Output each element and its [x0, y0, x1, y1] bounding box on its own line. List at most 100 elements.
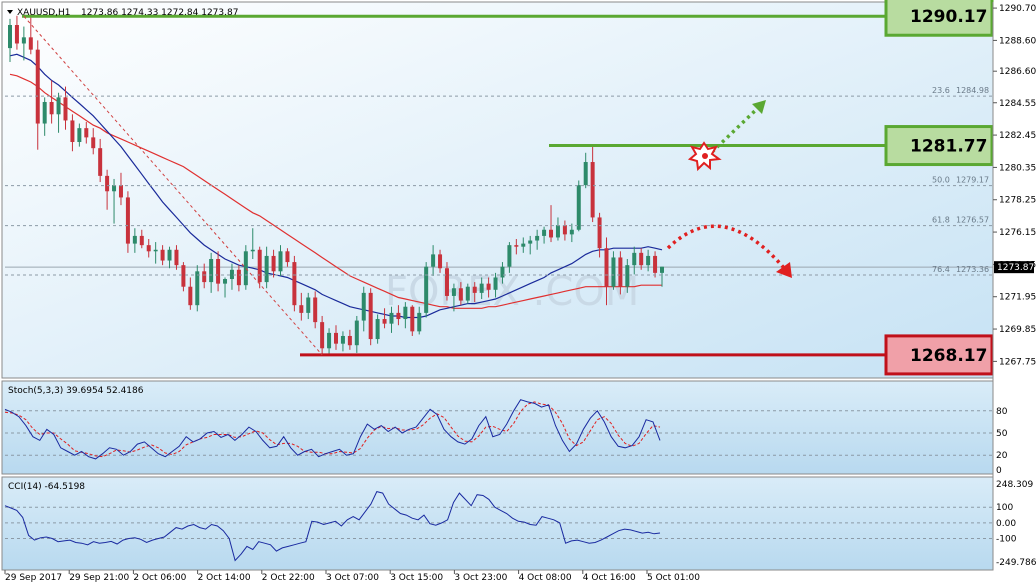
candle-body [493, 277, 498, 290]
candle-body [209, 259, 214, 283]
candle-body [403, 306, 408, 320]
candle-body [479, 283, 484, 293]
price-tick-label: 1271.95 [999, 293, 1036, 303]
main-pane[interactable] [1, 1, 994, 379]
candle-body [160, 249, 165, 261]
price-tick-label: 1288.60 [999, 36, 1036, 46]
candle-body [340, 335, 345, 344]
stoch-title: Stoch(5,3,3) 39.6954 52.4186 [8, 386, 144, 396]
candle-body [625, 265, 630, 287]
candle-body [451, 288, 456, 296]
candle-body [334, 332, 338, 344]
fib-ratio-label: 23.6 [932, 86, 950, 95]
time-tick-label: 2 Oct 22:00 [262, 573, 315, 583]
candle-body [229, 269, 234, 280]
price-tick-label: 1267.75 [999, 357, 1036, 367]
candle-body [98, 148, 103, 176]
time-tick-label: 29 Sep 2017 [5, 573, 62, 583]
candle-body [63, 97, 68, 121]
stoch-tick-label: 0 [996, 466, 1002, 476]
candle-body [646, 255, 651, 266]
price-tick-label: 1276.15 [999, 228, 1036, 238]
price-tick-label: 1282.45 [999, 131, 1036, 141]
candle-body [555, 225, 560, 238]
ohlc-readout: 1273.86 1274.33 1272.84 1273.87 [81, 8, 238, 18]
candle-body [21, 37, 26, 44]
trading-chart-window: FOREX .COM 1290.17 1281.77 1268.17 23.6 128… [0, 0, 1036, 588]
current-price-label: 1273.87 [997, 263, 1034, 273]
fib-ratio-label: 50.0 [932, 176, 950, 185]
bear-candle [410, 305, 415, 336]
cci-title: CCI(14) -64.5198 [8, 482, 85, 492]
candle-body [299, 305, 304, 313]
candle-body [77, 128, 82, 143]
candle-body [271, 255, 276, 272]
time-tick-label: 4 Oct 08:00 [519, 573, 572, 583]
candle-body [243, 251, 248, 286]
candle-body [431, 254, 436, 267]
candle-body [84, 128, 89, 138]
candle-body [139, 235, 144, 246]
bull-candle [576, 180, 581, 232]
candle-body [292, 262, 297, 306]
time-tick-label: 29 Sep 21:00 [69, 573, 129, 583]
price-tick-label: 1280.35 [999, 163, 1036, 173]
candle-body [569, 229, 574, 235]
bear-candle [292, 255, 297, 312]
candle-body [458, 288, 463, 301]
candle-body [354, 320, 359, 346]
candle-body [49, 101, 54, 115]
candle-body [549, 229, 554, 238]
candle-body [125, 197, 130, 244]
candle-body [542, 229, 547, 236]
stoch-tick-label: 20 [996, 451, 1008, 461]
time-tick-label: 3 Oct 15:00 [390, 573, 443, 583]
cci-tick-label: 100 [996, 503, 1013, 513]
candle-body [597, 217, 602, 249]
candle-body [167, 249, 172, 261]
time-tick-label: 2 Oct 06:00 [133, 573, 186, 583]
candle-body [417, 312, 422, 332]
candle-body [202, 271, 207, 283]
cci-pane[interactable] [1, 476, 994, 571]
stoch-tick-label: 80 [996, 407, 1008, 417]
bull-candle [243, 245, 248, 290]
candle-body [347, 335, 352, 346]
candle-body [535, 235, 540, 241]
fib-ratio-label: 76.4 [932, 265, 950, 274]
candle-body [188, 286, 193, 306]
candle-body [611, 257, 616, 287]
candle-body [361, 292, 366, 321]
fib-price-label: 1279.17 [956, 176, 989, 185]
candle-body [486, 283, 491, 290]
candle-body [264, 255, 269, 283]
candle-body [181, 265, 186, 287]
candle-body [236, 269, 241, 286]
candle-body [389, 312, 394, 324]
fib-price-label: 1273.36 [956, 265, 989, 274]
candle-body [223, 279, 228, 284]
candle-body [306, 297, 311, 313]
candle-body [375, 319, 380, 340]
candle-body [132, 235, 137, 244]
candle-body [216, 259, 221, 284]
bear-candle [368, 288, 373, 346]
time-tick-label: 3 Oct 07:00 [326, 573, 379, 583]
stoch-pane[interactable] [1, 380, 994, 475]
fib-price-label: 1276.57 [956, 216, 989, 225]
candle-body [320, 322, 325, 349]
candle-body [56, 97, 61, 115]
key-level-label: 1290.17 [910, 7, 987, 27]
key-level-label: 1281.77 [910, 137, 987, 157]
cci-tick-label: -249.786 [996, 558, 1036, 568]
candle-body [174, 249, 179, 266]
chart-canvas[interactable]: FOREX .COM 1290.171281.771268.17 23.6 128… [0, 0, 1036, 588]
candle-body [382, 319, 387, 324]
candle-body [368, 292, 373, 340]
candle-body [14, 25, 19, 44]
candle-body [472, 286, 477, 293]
candle-body [118, 185, 123, 198]
candle-body [507, 245, 512, 267]
candle-body [313, 297, 318, 323]
candle-body [528, 240, 533, 244]
